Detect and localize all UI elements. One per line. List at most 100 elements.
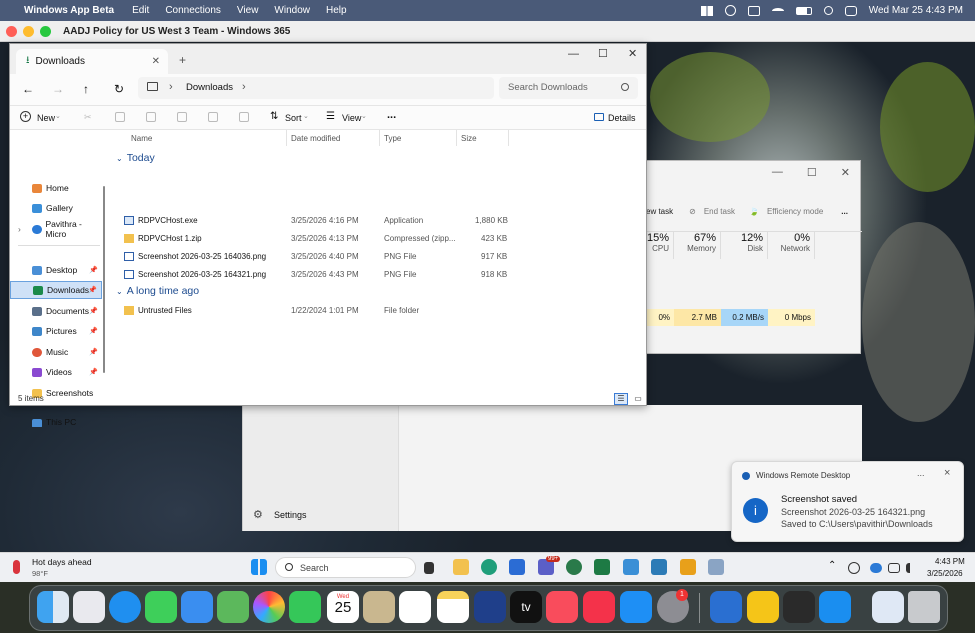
facetime-icon[interactable] [289,591,321,623]
search-box[interactable]: Search Downloads [499,77,638,99]
windows-status-icon[interactable] [700,5,713,16]
new-button[interactable]: New [37,113,55,123]
notes-app-icon[interactable] [680,559,696,575]
launchpad-icon[interactable] [73,591,105,623]
chevron-up-icon[interactable]: ⌃ [828,560,836,571]
copilot-icon[interactable] [566,559,582,575]
windows-app-icon[interactable] [819,591,851,623]
volume-icon[interactable] [906,563,916,573]
file-explorer-icon[interactable] [453,559,469,575]
mail-icon[interactable] [181,591,213,623]
menu-edit[interactable]: Edit [132,5,149,16]
notification-close-button[interactable]: × [944,467,950,479]
onedrive-icon[interactable] [870,563,882,573]
freeform-icon[interactable] [474,591,506,623]
task-view-icon[interactable] [424,562,434,574]
menu-view[interactable]: View [237,5,259,16]
store-icon[interactable] [509,559,525,575]
nav-documents[interactable]: Documents 📌 [10,302,102,320]
nav-music[interactable]: Music 📌 [10,343,102,361]
close-tab-icon[interactable]: ✕ [152,56,160,67]
remote-desktop-icon[interactable] [623,559,639,575]
search-input[interactable]: Search Downloads [508,82,588,93]
nav-home[interactable]: Home [10,179,102,197]
rdp-window-titlebar[interactable]: AADJ Policy for US West 3 Team - Windows… [0,21,975,42]
taskbar-search[interactable]: Search [275,557,416,578]
close-window-button[interactable] [6,25,17,37]
weather-icon[interactable] [13,560,20,574]
column-divider[interactable] [379,130,380,146]
tiles-view-icon[interactable]: ▭ [632,393,644,405]
column-header-name[interactable]: Name [131,134,152,143]
details-button[interactable]: Details [608,113,636,123]
paste-icon[interactable] [146,112,156,122]
news-icon[interactable] [583,591,615,623]
maximize-icon[interactable]: ☐ [598,47,608,60]
group-header-long-ago[interactable]: ⌄ A long time ago [116,285,199,297]
compose-icon[interactable] [747,5,760,16]
nav-pictures[interactable]: Pictures 📌 [10,322,102,340]
notes-icon[interactable] [437,591,469,623]
safari-icon[interactable] [109,591,141,623]
trash-icon[interactable] [908,591,940,623]
tab-downloads[interactable]: ⭳ Downloads ✕ [16,49,168,74]
maximize-icon[interactable]: ☐ [807,166,817,179]
search-icon[interactable] [823,6,833,15]
close-icon[interactable]: ✕ [628,47,637,60]
network-column-header[interactable]: 0% Network [768,232,815,259]
more-options-button[interactable]: ... [387,109,396,121]
finder-icon[interactable] [37,591,69,623]
nav-gallery[interactable]: Gallery [10,199,102,217]
archive-icon[interactable] [783,591,815,623]
nav-onedrive[interactable]: › Pavithra - Micro [10,219,102,239]
column-divider[interactable] [286,130,287,146]
file-row[interactable]: Screenshot 2026-03-25 164321.png 3/25/202… [124,265,514,283]
app-store-icon[interactable] [620,591,652,623]
details-view-icon[interactable]: ☰ [614,393,628,405]
up-arrow-icon[interactable]: ↑ [83,82,89,96]
more-options-icon[interactable]: ... [841,207,848,216]
messages-icon[interactable] [145,591,177,623]
column-divider[interactable] [508,130,509,146]
memory-column-header[interactable]: 67% Memory [674,232,721,259]
maps-icon[interactable] [217,591,249,623]
taskbar-date[interactable]: 3/25/2026 [927,569,963,578]
notification-toast[interactable]: Windows Remote Desktop ... × i Screensho… [731,461,964,542]
menu-connections[interactable]: Connections [165,5,221,16]
file-row[interactable]: Untrusted Files 1/22/2024 1:01 PM File fol… [124,301,514,319]
cut-icon[interactable]: ✂ [84,112,94,122]
minimize-icon[interactable]: — [772,166,783,178]
network-app-icon[interactable] [651,559,667,575]
nav-desktop[interactable]: Desktop 📌 [10,261,102,279]
taskbar-time[interactable]: 4:43 PM [935,557,965,566]
sync-icon[interactable] [848,562,860,574]
back-arrow-icon[interactable]: ← [22,82,34,96]
group-header-today[interactable]: ⌄ Today [116,152,155,164]
disk-column-header[interactable]: 12% Disk [721,232,768,259]
close-icon[interactable]: ✕ [841,166,850,179]
file-row[interactable]: Screenshot 2026-03-25 164036.png 3/25/202… [124,247,514,265]
menubar-clock[interactable]: Wed Mar 25 4:43 PM [869,5,963,16]
network-icon[interactable] [888,563,900,573]
sort-button[interactable]: Sort [285,113,302,123]
monitor-app-icon[interactable] [708,559,724,575]
address-bar[interactable]: › Downloads › [138,77,494,99]
pin-icon[interactable]: 📌 [89,348,98,356]
pin-icon[interactable]: 📌 [89,307,98,315]
minimize-icon[interactable]: — [568,48,579,60]
pin-icon[interactable]: 📌 [89,327,98,335]
start-button[interactable] [251,559,267,575]
minimize-window-button[interactable] [23,25,34,37]
weather-title[interactable]: Hot days ahead [32,557,92,567]
reminders-icon[interactable] [399,591,431,623]
notification-more-button[interactable]: ... [917,468,925,478]
share-icon[interactable] [208,112,218,122]
file-explorer-window[interactable]: ⭳ Downloads ✕ + — ☐ ✕ ← → ↑ ↻ › Download… [9,43,647,427]
efficiency-mode-button[interactable]: Efficiency mode [767,207,823,216]
tips-icon[interactable] [747,591,779,623]
battery-icon[interactable] [795,6,812,15]
run-new-task-button[interactable]: ew task [646,207,673,216]
edge-icon[interactable] [481,559,497,575]
refresh-icon[interactable]: ↻ [114,82,124,96]
task-manager-window[interactable]: — ☐ ✕ ew task ⊘ End task 🍃 Efficiency mo… [645,160,862,354]
